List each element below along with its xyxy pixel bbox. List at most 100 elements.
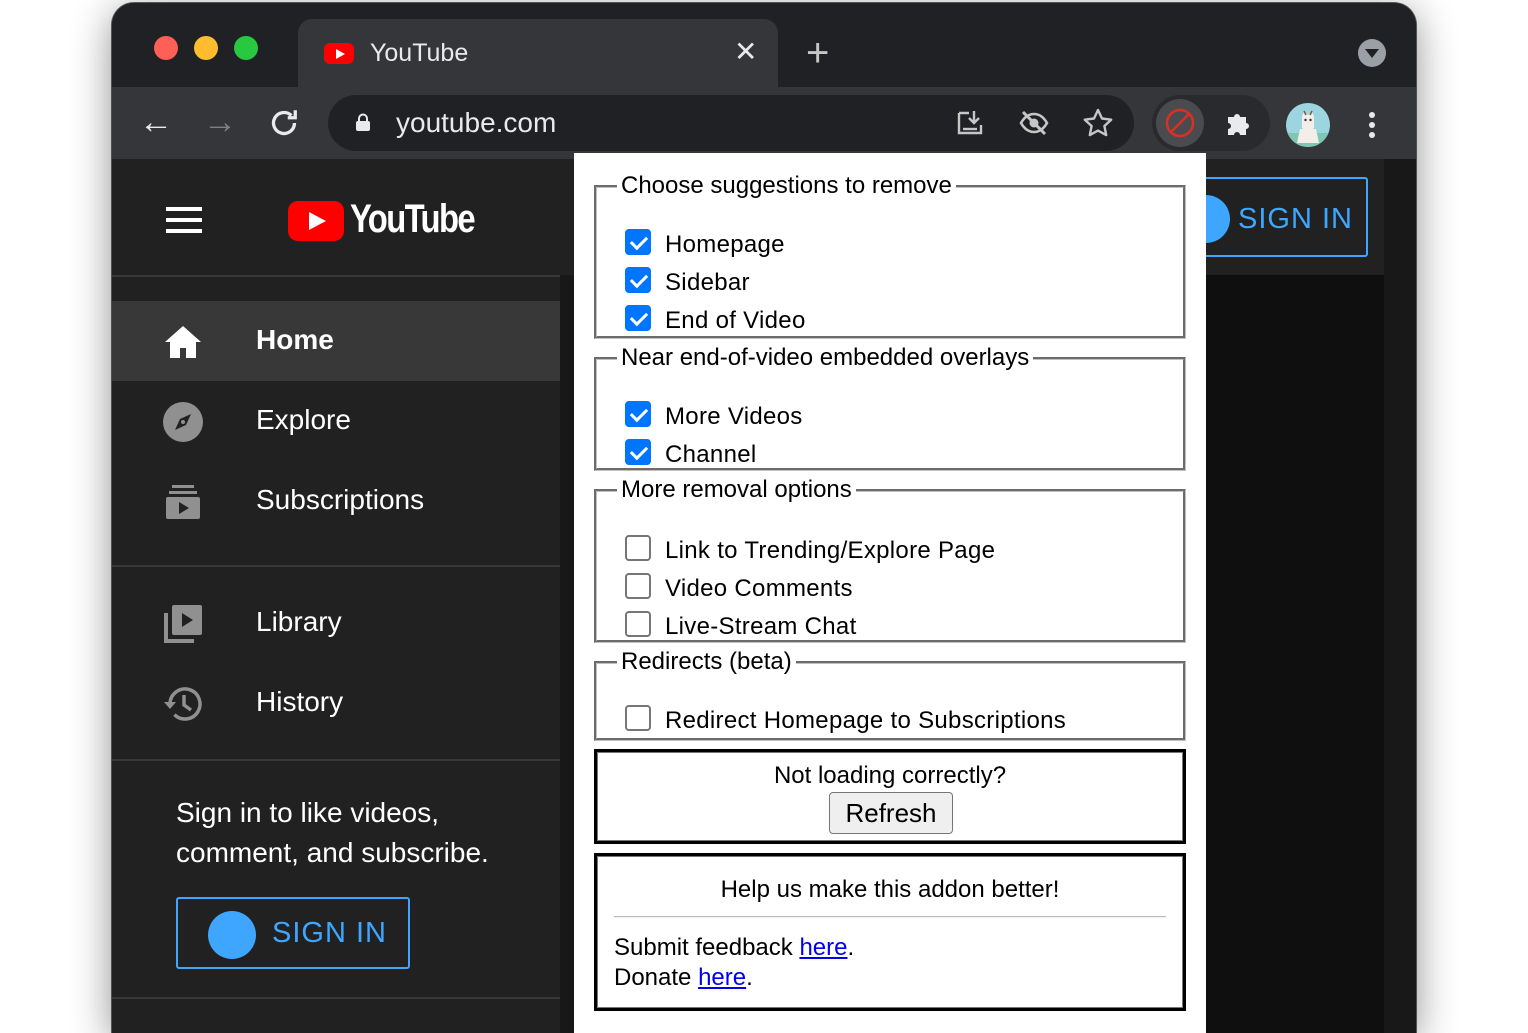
sidebar-item-label: History (256, 686, 344, 717)
header-sign-in-label: SIGN IN (1238, 203, 1353, 235)
tab-title: YouTube (370, 39, 469, 67)
sidebar-item-label: Explore (256, 404, 351, 435)
donate-prefix: Donate (614, 964, 699, 991)
checkbox[interactable] (625, 267, 651, 293)
cat-avatar-icon (1286, 110, 1330, 147)
youtube-play-icon (288, 201, 344, 241)
address-bar[interactable]: youtube.com (328, 95, 1134, 151)
hamburger-menu-icon[interactable] (166, 207, 202, 233)
checkbox[interactable] (625, 305, 651, 331)
youtube-favicon-icon (324, 43, 354, 64)
prohibited-icon (1165, 108, 1195, 138)
option-label: Link to Trending/Explore Page (665, 537, 996, 564)
close-window-button[interactable] (154, 36, 178, 60)
sign-in-label: SIGN IN (272, 917, 387, 949)
title-bar: YouTube ✕ + (112, 3, 1416, 89)
browser-toolbar: ← → youtube.com (112, 87, 1416, 159)
group-legend: Near end-of-video embedded overlays (621, 344, 1030, 371)
feedback-link[interactable]: here (799, 934, 847, 961)
extension-popup: Choose suggestions to remove Homepage Si… (574, 153, 1206, 1033)
new-tab-button[interactable]: + (806, 33, 829, 73)
reload-icon (271, 110, 297, 136)
option-label: Redirect Homepage to Subscriptions (665, 707, 1067, 734)
donate-suffix: . (746, 964, 753, 991)
option-label: More Videos (665, 403, 803, 430)
home-icon (165, 326, 201, 358)
forward-button[interactable]: → (202, 105, 238, 141)
donate-link[interactable]: here (698, 964, 746, 991)
checkbox[interactable] (625, 611, 651, 637)
not-loading-text: Not loading correctly? (773, 762, 1007, 789)
more-vert-icon[interactable] (1362, 107, 1382, 143)
extensions-group (1152, 95, 1270, 151)
sidebar-divider (112, 565, 560, 567)
account-circle-icon (208, 911, 256, 959)
content-area (1206, 275, 1384, 1033)
group-legend: More removal options (621, 476, 852, 503)
sidebar-sign-in-button[interactable]: SIGN IN (176, 897, 410, 969)
help-title: Help us make this addon better! (720, 876, 1060, 903)
option-label: Sidebar (665, 269, 750, 296)
sidebar-item-subscriptions[interactable]: Subscriptions (112, 461, 560, 541)
lock-icon (356, 113, 370, 131)
sidebar-item-label: Home (256, 324, 334, 355)
bookmark-star-icon[interactable] (1082, 107, 1114, 139)
youtube-logo[interactable]: YouTube (288, 197, 478, 243)
option-label: Homepage (665, 231, 785, 258)
maximize-window-button[interactable] (234, 36, 258, 60)
feedback-prefix: Submit feedback (614, 934, 800, 961)
checkbox[interactable] (625, 229, 651, 255)
header-sign-in-button[interactable]: SIGN IN (1206, 177, 1368, 257)
sidebar-item-home[interactable]: Home (112, 301, 560, 381)
sidebar-divider (112, 759, 560, 761)
sidebar-item-label: Subscriptions (256, 484, 425, 515)
youtube-logo-text: YouTube (350, 197, 476, 241)
history-icon (164, 687, 202, 721)
checkbox[interactable] (625, 439, 651, 465)
checkbox[interactable] (625, 535, 651, 561)
group-legend: Redirects (beta) (621, 648, 792, 675)
tab-search-chevron-icon[interactable] (1358, 39, 1386, 67)
account-circle-icon (1206, 195, 1230, 243)
compass-icon (163, 402, 203, 442)
help-divider (614, 916, 1166, 918)
feedback-line: Submit feedback here. (614, 934, 854, 962)
feedback-suffix: . (847, 934, 855, 961)
checkbox[interactable] (625, 401, 651, 427)
youtube-sidebar: Home Explore Subscriptions Library Histo… (112, 275, 560, 1033)
sidebar-divider (112, 275, 560, 277)
profile-avatar[interactable] (1286, 103, 1330, 147)
sidebar-item-label: Library (256, 606, 342, 637)
overlays-group: Near end-of-video embedded overlays More… (594, 345, 1186, 471)
sidebar-item-library[interactable]: Library (112, 583, 560, 663)
option-label: Channel (665, 441, 757, 468)
option-label: Live-Stream Chat (665, 613, 857, 640)
checkbox[interactable] (625, 573, 651, 599)
url-text: youtube.com (396, 107, 557, 138)
puzzle-icon[interactable] (1222, 107, 1254, 139)
sidebar-item-explore[interactable]: Explore (112, 381, 560, 461)
help-box: Help us make this addon better! Submit f… (594, 853, 1186, 1011)
minimize-window-button[interactable] (194, 36, 218, 60)
tab-close-button[interactable]: ✕ (734, 37, 757, 67)
back-button[interactable]: ← (138, 105, 174, 141)
refresh-box: Not loading correctly? Refresh (594, 749, 1186, 844)
eye-slash-icon[interactable] (1018, 107, 1050, 139)
tab-youtube[interactable]: YouTube ✕ (298, 19, 778, 89)
browser-window: YouTube ✕ + ← → youtube.com YouTube SIGN… (112, 3, 1416, 1033)
sign-in-prompt: Sign in to like videos, comment, and sub… (176, 797, 489, 868)
suggestions-group: Choose suggestions to remove Homepage Si… (594, 173, 1186, 339)
refresh-button[interactable]: Refresh (829, 792, 953, 834)
redirects-group: Redirects (beta) Redirect Homepage to Su… (594, 649, 1186, 741)
extension-blocker-button[interactable] (1156, 99, 1204, 147)
removal-options-group: More removal options Link to Trending/Ex… (594, 477, 1186, 643)
group-legend: Choose suggestions to remove (621, 172, 952, 199)
option-label: Video Comments (665, 575, 853, 602)
sidebar-divider (112, 997, 560, 999)
sidebar-item-history[interactable]: History (112, 663, 560, 743)
library-icon (164, 605, 202, 643)
install-app-icon[interactable] (954, 107, 986, 139)
checkbox[interactable] (625, 705, 651, 731)
donate-line: Donate here. (614, 964, 753, 992)
reload-button[interactable] (266, 105, 302, 141)
